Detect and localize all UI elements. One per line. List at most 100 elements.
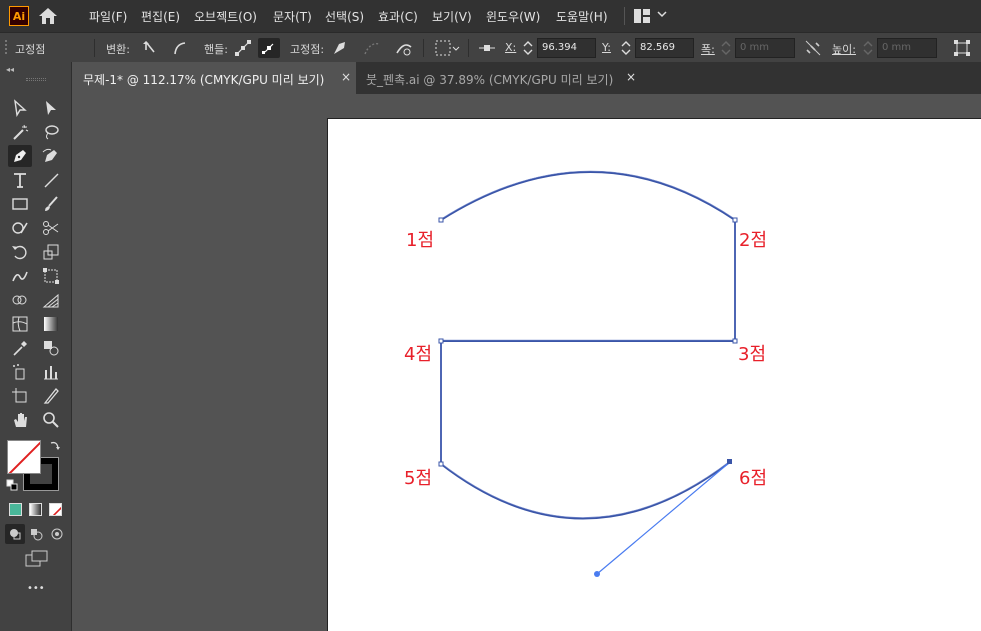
w-stepper-icon[interactable] (720, 38, 732, 58)
menu-select[interactable]: 선택(S) (325, 8, 364, 25)
canvas-area[interactable]: 1점 2점 3점 4점 5점 6점 (73, 94, 981, 631)
gradient-tool[interactable] (39, 313, 63, 335)
close-icon[interactable]: × (626, 70, 636, 84)
menu-view[interactable]: 보기(V) (432, 8, 472, 25)
cut-path-icon[interactable] (394, 38, 414, 58)
align-anchor-icon[interactable] (433, 38, 453, 58)
fill-swatch-front[interactable] (7, 440, 41, 474)
workspace-layout-icon[interactable] (634, 9, 650, 23)
x-stepper-icon[interactable] (522, 38, 534, 58)
default-fill-stroke-icon[interactable] (6, 479, 18, 491)
warp-tool[interactable] (8, 265, 32, 287)
divider (624, 7, 625, 25)
shaper-tool[interactable] (8, 217, 32, 239)
curvature-tool[interactable] (39, 145, 63, 167)
panel-grip[interactable] (26, 78, 46, 81)
chevron-down-icon[interactable] (657, 9, 667, 19)
tab-untitled-1[interactable]: 무제-1* @ 112.17% (CMYK/GPU 미리 보기) × (73, 62, 356, 94)
close-icon[interactable]: × (341, 70, 351, 84)
rotate-tool[interactable] (8, 241, 32, 263)
point-label-3: 3점 (738, 344, 767, 365)
anchor-point-6 (727, 459, 732, 464)
gradient-mode-icon[interactable] (29, 503, 42, 516)
connect-anchor-icon[interactable] (362, 38, 382, 58)
screen-mode-icon[interactable] (25, 550, 49, 568)
h-input[interactable]: 0 mm (877, 38, 937, 58)
pen-tool[interactable] (8, 145, 32, 167)
h-label: 높이: (832, 43, 856, 56)
rectangle-tool[interactable] (8, 193, 32, 215)
direct-selection-tool[interactable] (39, 97, 63, 119)
convert-smooth-icon[interactable] (170, 38, 190, 58)
menu-window[interactable]: 윈도우(W) (486, 8, 540, 25)
magic-wand-tool[interactable] (8, 121, 32, 143)
app-logo[interactable]: Ai (9, 6, 29, 26)
show-handles-icon[interactable] (233, 38, 253, 58)
menu-edit[interactable]: 편집(E) (141, 8, 180, 25)
reference-point-icon[interactable] (477, 38, 497, 58)
y-stepper-icon[interactable] (620, 38, 632, 58)
eyedropper-tool[interactable] (8, 337, 32, 359)
scissors-tool[interactable] (39, 217, 63, 239)
h-stepper-icon[interactable] (862, 38, 874, 58)
menu-help[interactable]: 도움말(H) (556, 8, 608, 25)
none-mode-icon[interactable] (49, 503, 62, 516)
hand-tool[interactable] (8, 409, 32, 431)
collapse-icon[interactable]: ◂◂ (6, 65, 14, 74)
convert-label: 변환: (106, 43, 130, 56)
point-label-6: 6점 (739, 468, 768, 489)
artboard-tool[interactable] (8, 385, 32, 407)
tools-panel: ◂◂ ••• (0, 62, 72, 631)
scale-tool[interactable] (39, 241, 63, 263)
menu-effect[interactable]: 효과(C) (378, 8, 418, 25)
point-label-4: 4점 (404, 344, 433, 365)
handles-label: 핸들: (204, 43, 228, 56)
zoom-tool[interactable] (39, 409, 63, 431)
anchors-label: 고정점: (290, 43, 325, 56)
w-input[interactable]: 0 mm (735, 38, 795, 58)
slice-tool[interactable] (39, 385, 63, 407)
paintbrush-tool[interactable] (39, 193, 63, 215)
path-highlight (440, 170, 736, 518)
anchor-point-1 (438, 217, 444, 223)
draw-inside-icon[interactable] (47, 524, 67, 544)
tab-label: 무제-1* @ 112.17% (CMYK/GPU 미리 보기) (83, 73, 325, 87)
hide-handles-button[interactable] (258, 38, 280, 58)
anchor-point-3 (732, 338, 738, 344)
perspective-grid-tool[interactable] (39, 289, 63, 311)
link-dimensions-icon[interactable] (803, 38, 823, 58)
document-tabs: 무제-1* @ 112.17% (CMYK/GPU 미리 보기) × 붓_펜촉.… (73, 62, 981, 94)
shape-builder-tool[interactable] (8, 289, 32, 311)
x-input[interactable]: 96.394 mm (537, 38, 596, 71)
grip-icon[interactable] (4, 38, 8, 58)
selection-tool[interactable] (8, 97, 32, 119)
y-input[interactable]: 82.569 mm (635, 38, 694, 71)
convert-corner-icon[interactable] (140, 38, 160, 58)
line-tool[interactable] (39, 169, 63, 191)
chevron-down-icon[interactable] (452, 45, 460, 53)
draw-normal-icon[interactable] (5, 524, 25, 544)
path-stroke (440, 171, 736, 520)
menu-object[interactable]: 오브젝트(O) (194, 8, 257, 25)
color-mode-icon[interactable] (9, 503, 22, 516)
menu-type[interactable]: 문자(T) (273, 8, 312, 25)
free-transform-tool[interactable] (39, 265, 63, 287)
blend-tool[interactable] (39, 337, 63, 359)
lasso-tool[interactable] (39, 121, 63, 143)
point-label-1: 1점 (406, 230, 435, 251)
mesh-tool[interactable] (8, 313, 32, 335)
point-label-5: 5점 (404, 468, 433, 489)
swap-fill-stroke-icon[interactable] (49, 439, 61, 451)
home-icon[interactable] (38, 7, 58, 25)
type-tool[interactable] (8, 169, 32, 191)
menu-file[interactable]: 파일(F) (89, 8, 127, 25)
anchor-point-2 (732, 217, 738, 223)
remove-anchor-icon[interactable] (330, 38, 350, 58)
path-drawing[interactable] (73, 94, 981, 631)
draw-behind-icon[interactable] (26, 524, 46, 544)
edit-toolbar-icon[interactable]: ••• (27, 583, 45, 594)
tab-brush-file[interactable]: 붓_펜촉.ai @ 37.89% (CMYK/GPU 미리 보기) × (356, 62, 639, 94)
symbol-sprayer-tool[interactable] (8, 361, 32, 383)
transform-icon[interactable] (952, 38, 972, 58)
column-graph-tool[interactable] (39, 361, 63, 383)
